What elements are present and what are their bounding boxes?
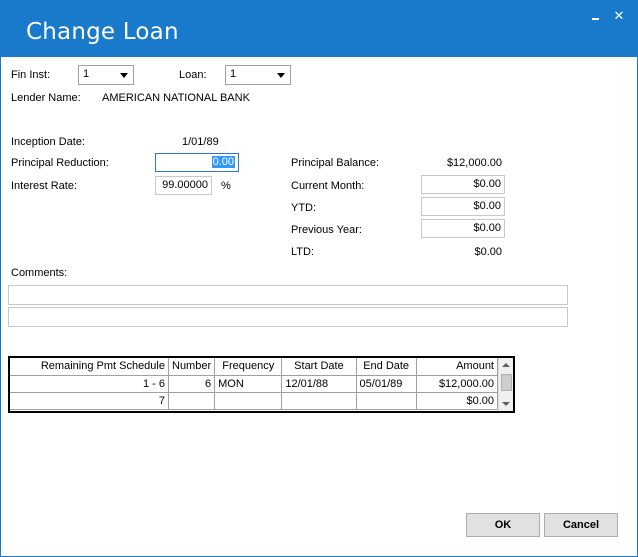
schedule-table: Remaining Pmt Schedule Number Frequency … — [10, 358, 499, 410]
fin-inst-value: 1 — [83, 68, 90, 80]
loan-select[interactable]: 1 — [225, 65, 291, 85]
schedule-cell[interactable] — [168, 392, 216, 410]
schedule-cell[interactable]: 1 - 6 — [10, 375, 169, 393]
ltd-label: LTD: — [291, 246, 315, 258]
col-header-number[interactable]: Number — [168, 358, 216, 376]
lender-name-value: AMERICAN NATIONAL BANK — [102, 92, 250, 104]
ok-button[interactable]: OK — [466, 513, 540, 537]
current-month-label: Current Month: — [291, 180, 365, 192]
ltd-value: $0.00 — [474, 246, 502, 258]
schedule-cell[interactable]: MON — [214, 375, 283, 393]
grid-scrollbar[interactable] — [498, 358, 513, 411]
col-header-remaining-pmt-schedule[interactable]: Remaining Pmt Schedule — [10, 358, 169, 376]
loan-label: Loan: — [179, 69, 207, 81]
comments-line-1[interactable] — [8, 285, 568, 305]
interest-rate-value: 99.00000 — [162, 179, 208, 191]
schedule-cell[interactable]: $0.00 — [416, 392, 499, 410]
ytd-value: $0.00 — [473, 200, 501, 212]
inception-date-value: 1/01/89 — [182, 136, 219, 148]
schedule-cell[interactable] — [356, 392, 417, 410]
comments-line-2[interactable] — [8, 307, 568, 327]
change-loan-dialog: Change Loan ✕ Fin Inst: 1 Loan: 1 Lender… — [0, 0, 638, 557]
ytd-input[interactable]: $0.00 — [421, 197, 505, 216]
col-header-frequency[interactable]: Frequency — [214, 358, 283, 376]
scroll-up-icon[interactable] — [502, 363, 510, 367]
interest-rate-input[interactable]: 99.00000 — [155, 176, 212, 195]
schedule-cell[interactable]: 12/01/88 — [281, 375, 357, 393]
col-header-amount[interactable]: Amount — [416, 358, 499, 376]
fin-inst-select[interactable]: 1 — [78, 65, 134, 85]
title-bar: Change Loan ✕ — [1, 1, 637, 57]
chevron-down-icon — [120, 73, 128, 78]
schedule-cell[interactable]: $12,000.00 — [416, 375, 499, 393]
loan-value: 1 — [230, 68, 237, 80]
col-header-end-date[interactable]: End Date — [356, 358, 417, 376]
close-button[interactable]: ✕ — [610, 7, 628, 25]
table-row[interactable]: 7 $0.00 — [10, 392, 499, 410]
scroll-down-icon[interactable] — [502, 402, 510, 406]
principal-reduction-input[interactable]: 0.00 — [155, 153, 239, 172]
schedule-cell[interactable]: 6 — [168, 375, 216, 393]
previous-year-label: Previous Year: — [291, 224, 362, 236]
schedule-cell[interactable]: 05/01/89 — [356, 375, 417, 393]
cancel-button[interactable]: Cancel — [544, 513, 618, 537]
ytd-label: YTD: — [291, 202, 317, 214]
principal-balance-value: $12,000.00 — [446, 157, 502, 169]
schedule-cell[interactable] — [281, 392, 357, 410]
close-icon: ✕ — [613, 8, 625, 23]
interest-rate-unit: % — [221, 180, 231, 192]
table-row[interactable]: 1 - 6 6 MON 12/01/88 05/01/89 $12,000.00 — [10, 375, 499, 393]
previous-year-value: $0.00 — [473, 222, 501, 234]
chevron-down-icon — [277, 73, 285, 78]
schedule-cell[interactable] — [214, 392, 283, 410]
principal-reduction-label: Principal Reduction: — [11, 157, 109, 169]
minimize-button[interactable] — [587, 7, 605, 25]
comments-label: Comments: — [11, 267, 68, 279]
lender-name-label: Lender Name: — [11, 92, 81, 104]
fin-inst-label: Fin Inst: — [11, 69, 51, 81]
current-month-value: $0.00 — [473, 178, 501, 190]
schedule-cell[interactable]: 7 — [10, 392, 169, 410]
scroll-thumb[interactable] — [501, 374, 512, 391]
schedule-header-row: Remaining Pmt Schedule Number Frequency … — [10, 358, 499, 376]
previous-year-input[interactable]: $0.00 — [421, 219, 505, 238]
dialog-title: Change Loan — [26, 19, 179, 45]
principal-reduction-value: 0.00 — [211, 156, 235, 168]
payment-schedule-grid[interactable]: Remaining Pmt Schedule Number Frequency … — [8, 356, 515, 413]
current-month-input[interactable]: $0.00 — [421, 175, 505, 194]
inception-date-label: Inception Date: — [11, 136, 85, 148]
interest-rate-label: Interest Rate: — [11, 180, 78, 192]
col-header-start-date[interactable]: Start Date — [281, 358, 357, 376]
principal-balance-label: Principal Balance: — [291, 157, 380, 169]
